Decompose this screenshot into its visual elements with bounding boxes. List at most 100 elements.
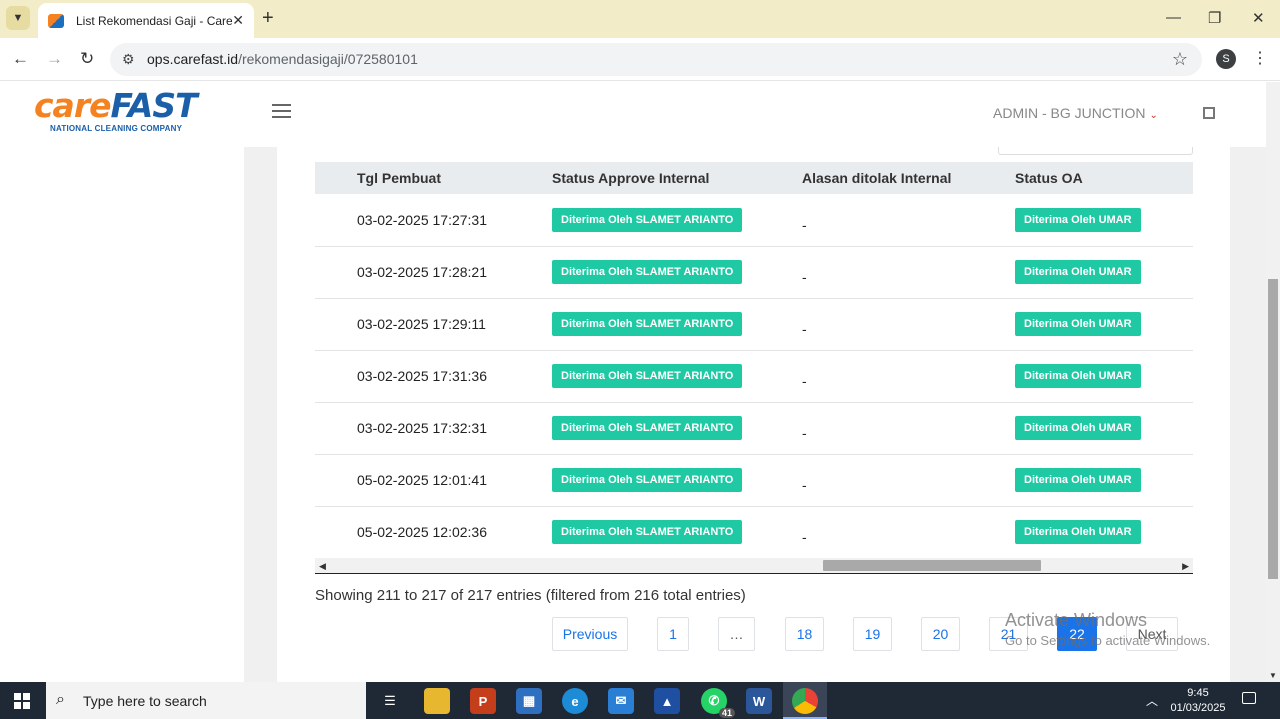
cell-tgl: 03-02-2025 17:31:36 <box>315 350 552 403</box>
mail-icon[interactable]: ✉ <box>608 688 634 714</box>
url-text[interactable]: ops.carefast.id/rekomendasigaji/07258010… <box>147 51 418 67</box>
user-label: ADMIN - BG JUNCTION <box>993 105 1146 121</box>
edge-icon[interactable]: e <box>562 688 588 714</box>
table-row: 03-02-2025 17:31:36 Diterima Oleh SLAMET… <box>315 350 1193 403</box>
scrollbar-thumb[interactable] <box>823 560 1041 571</box>
menu-kebab-icon[interactable]: ⋮ <box>1252 48 1268 68</box>
status-internal-badge: Diterima Oleh SLAMET ARIANTO <box>552 468 743 492</box>
table-row: 03-02-2025 17:32:31 Diterima Oleh SLAMET… <box>315 402 1193 455</box>
logo-fast: FAST <box>110 86 198 125</box>
status-oa-badge: Diterima Oleh UMAR <box>1015 520 1141 544</box>
status-oa-badge: Diterima Oleh UMAR <box>1015 312 1141 336</box>
previous-button[interactable]: Previous <box>552 617 628 651</box>
cell-tgl: 05-02-2025 12:01:41 <box>315 454 552 507</box>
cell-alasan: - <box>802 246 1015 299</box>
cell-tgl: 03-02-2025 17:29:11 <box>315 298 552 351</box>
file-explorer-icon[interactable] <box>424 688 450 714</box>
clock-date: 01/03/2025 <box>1170 702 1226 714</box>
cell-alasan: - <box>802 454 1015 507</box>
tab-search-button[interactable]: ▼ <box>6 6 30 30</box>
reload-icon[interactable]: ↻ <box>80 49 94 69</box>
chrome-icon <box>792 688 818 714</box>
scrollbar-thumb[interactable] <box>1268 279 1278 579</box>
table-row: 05-02-2025 12:01:41 Diterima Oleh SLAMET… <box>315 454 1193 507</box>
table-filter-input[interactable] <box>998 147 1193 155</box>
horizontal-scrollbar[interactable]: ◀ ▶ <box>315 558 1193 574</box>
column-header[interactable]: Alasan ditolak Internal <box>802 162 1015 194</box>
watermark-subtitle: Go to Settings to activate Windows. <box>1005 633 1211 648</box>
page-button[interactable]: 18 <box>785 617 824 651</box>
chrome-taskbar-item[interactable] <box>783 682 827 719</box>
scroll-right-icon[interactable]: ▶ <box>1182 561 1189 572</box>
column-header[interactable]: Tgl Pembuat <box>315 162 552 194</box>
profile-avatar[interactable]: S <box>1216 49 1236 69</box>
scroll-down-icon[interactable]: ▼ <box>1269 671 1277 680</box>
status-internal-badge: Diterima Oleh SLAMET ARIANTO <box>552 364 743 388</box>
new-tab-icon[interactable]: + <box>262 8 274 28</box>
browser-tab[interactable]: List Rekomendasi Gaji - Carefast ✕ <box>38 3 254 38</box>
bookmark-star-icon[interactable]: ☆ <box>1172 49 1188 70</box>
data-table: Tgl Pembuat Status Approve Internal Alas… <box>315 162 1193 559</box>
whatsapp-icon[interactable]: ✆ 41 <box>701 688 735 718</box>
user-menu[interactable]: ADMIN - BG JUNCTION ⌄ <box>993 105 1158 121</box>
cell-alasan: - <box>802 506 1015 559</box>
table-header-row: Tgl Pembuat Status Approve Internal Alas… <box>315 162 1193 194</box>
vertical-scrollbar[interactable]: ▼ <box>1266 82 1280 682</box>
close-tab-icon[interactable]: ✕ <box>232 12 244 29</box>
windows-taskbar: ⌕ Type here to search ☰ P ▦ e ✉ ▲ ✆ 41 W … <box>0 682 1280 719</box>
logo-subtitle: NATIONAL CLEANING COMPANY <box>50 124 183 133</box>
taskbar-search[interactable]: ⌕ Type here to search <box>46 682 366 719</box>
column-header[interactable]: Status OA <box>1015 162 1193 194</box>
tray-chevron-up-icon[interactable]: ︿ <box>1146 692 1158 709</box>
back-icon[interactable]: ← <box>12 49 29 69</box>
table-row: 05-02-2025 12:02:36 Diterima Oleh SLAMET… <box>315 506 1193 559</box>
site-info-icon[interactable]: ⚙ <box>122 51 135 68</box>
address-bar-row: ← → ↻ ⚙ ops.carefast.id/rekomendasigaji/… <box>0 38 1280 81</box>
chevron-down-icon: ▼ <box>12 12 24 24</box>
windows-start-icon[interactable] <box>14 693 30 709</box>
restore-icon[interactable]: ❐ <box>1208 9 1221 27</box>
hamburger-menu-icon[interactable] <box>272 104 291 122</box>
tab-title: List Rekomendasi Gaji - Carefast <box>76 13 232 28</box>
status-internal-badge: Diterima Oleh SLAMET ARIANTO <box>552 312 743 336</box>
cell-tgl: 03-02-2025 17:27:31 <box>315 194 552 247</box>
forward-icon[interactable]: → <box>46 49 63 69</box>
status-oa-badge: Diterima Oleh UMAR <box>1015 207 1141 232</box>
status-oa-badge: Diterima Oleh UMAR <box>1015 468 1141 492</box>
notification-icon[interactable] <box>1242 692 1256 704</box>
table-row: 03-02-2025 17:28:21 Diterima Oleh SLAMET… <box>315 246 1193 299</box>
clock-time: 9:45 <box>1187 687 1209 699</box>
search-placeholder: Type here to search <box>83 693 207 709</box>
url-path: /rekomendasigaji/072580101 <box>238 51 418 67</box>
minimize-icon[interactable]: — <box>1166 9 1181 26</box>
app-header: careFAST NATIONAL CLEANING COMPANY ADMIN… <box>0 82 1266 147</box>
carefast-logo[interactable]: careFAST NATIONAL CLEANING COMPANY <box>34 86 198 134</box>
status-internal-badge: Diterima Oleh SLAMET ARIANTO <box>552 520 743 544</box>
close-window-icon[interactable]: ✕ <box>1252 9 1265 27</box>
app-icon[interactable]: ▲ <box>654 688 680 714</box>
page-button[interactable]: 20 <box>921 617 960 651</box>
omnibox[interactable]: ⚙ ops.carefast.id/rekomendasigaji/072580… <box>110 43 1202 76</box>
task-view-icon[interactable]: ☰ <box>377 688 403 714</box>
search-icon: ⌕ <box>56 691 65 708</box>
column-header[interactable]: Status Approve Internal <box>552 162 802 194</box>
cell-alasan: - <box>802 402 1015 455</box>
page-button[interactable]: 1 <box>657 617 689 651</box>
logo-care: care <box>34 86 111 125</box>
status-oa-badge: Diterima Oleh UMAR <box>1015 364 1141 388</box>
powerpoint-icon[interactable]: P <box>470 688 496 714</box>
word-icon[interactable]: W <box>746 688 772 714</box>
fullscreen-icon[interactable] <box>1203 107 1215 119</box>
browser-tab-strip: ▼ List Rekomendasi Gaji - Carefast ✕ + —… <box>0 0 1280 38</box>
taskbar-clock[interactable]: 9:45 01/03/2025 <box>1168 686 1228 716</box>
url-domain: ops.carefast.id <box>147 51 239 67</box>
status-internal-badge: Diterima Oleh SLAMET ARIANTO <box>552 260 743 284</box>
scroll-left-icon[interactable]: ◀ <box>319 561 326 572</box>
store-icon[interactable]: ▦ <box>516 688 542 714</box>
page-ellipsis: … <box>718 617 755 651</box>
status-internal-badge: Diterima Oleh SLAMET ARIANTO <box>552 207 743 232</box>
favicon-icon <box>48 13 64 28</box>
page-button[interactable]: 19 <box>853 617 892 651</box>
cell-tgl: 05-02-2025 12:02:36 <box>315 506 552 559</box>
table-row: 03-02-2025 17:27:31 Diterima Oleh SLAMET… <box>315 194 1193 247</box>
